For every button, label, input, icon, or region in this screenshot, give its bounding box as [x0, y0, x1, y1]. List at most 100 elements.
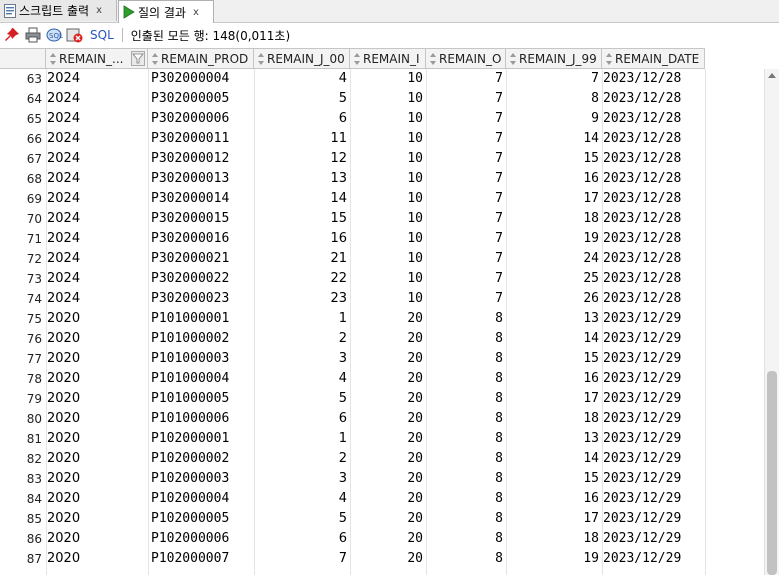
column-header-remain-prod[interactable]: REMAIN_PROD	[148, 48, 254, 69]
row-number-cell[interactable]: 83	[0, 469, 42, 489]
table-row[interactable]: 71 2024 P302000016 16 10 7 19 2023/12/28	[0, 229, 705, 249]
cell-remain-prod[interactable]: P102000004	[151, 489, 252, 509]
pin-button[interactable]	[3, 26, 21, 44]
table-row[interactable]: 67 2024 P302000012 12 10 7 15 2023/12/28	[0, 149, 705, 169]
cell-remain-prod[interactable]: P302000006	[151, 109, 252, 129]
cell-remain-date[interactable]: 2023/12/29	[603, 529, 705, 549]
cell-remain-o[interactable]: 7	[426, 169, 503, 189]
cell-remain-j-99[interactable]: 17	[506, 389, 599, 409]
cell-remain-o[interactable]: 7	[426, 149, 503, 169]
cell-remain-i[interactable]: 10	[350, 109, 423, 129]
cell-remain-j-99[interactable]: 14	[506, 329, 599, 349]
cell-remain-date[interactable]: 2023/12/29	[603, 469, 705, 489]
cell-remain-i[interactable]: 10	[350, 169, 423, 189]
cell-remain-j-00[interactable]: 5	[254, 89, 347, 109]
cell-remain-year[interactable]: 2020	[47, 349, 146, 369]
cell-remain-i[interactable]: 20	[350, 429, 423, 449]
cell-remain-j-00[interactable]: 13	[254, 169, 347, 189]
cell-remain-prod[interactable]: P302000022	[151, 269, 252, 289]
row-number-cell[interactable]: 68	[0, 169, 42, 189]
vertical-scrollbar[interactable]	[764, 69, 779, 575]
table-row[interactable]: 74 2024 P302000023 23 10 7 26 2023/12/28	[0, 289, 705, 309]
cell-remain-prod[interactable]: P302000013	[151, 169, 252, 189]
cell-remain-year[interactable]: 2024	[47, 109, 146, 129]
close-icon[interactable]: x	[96, 5, 102, 16]
cell-remain-o[interactable]: 7	[426, 109, 503, 129]
cell-remain-j-99[interactable]: 19	[506, 229, 599, 249]
cell-remain-i[interactable]: 20	[350, 529, 423, 549]
column-header-remain-o[interactable]: REMAIN_O	[426, 48, 506, 69]
cell-remain-i[interactable]: 10	[350, 289, 423, 309]
table-row[interactable]: 83 2020 P102000003 3 20 8 15 2023/12/29	[0, 469, 705, 489]
cell-remain-year[interactable]: 2020	[47, 489, 146, 509]
cell-remain-year[interactable]: 2024	[47, 189, 146, 209]
cell-remain-j-00[interactable]: 2	[254, 329, 347, 349]
cell-remain-prod[interactable]: P101000005	[151, 389, 252, 409]
cell-remain-year[interactable]: 2020	[47, 549, 146, 569]
cell-remain-i[interactable]: 20	[350, 409, 423, 429]
print-button[interactable]	[24, 26, 42, 44]
cell-remain-j-99[interactable]: 18	[506, 409, 599, 429]
cell-remain-j-99[interactable]: 15	[506, 149, 599, 169]
cell-remain-prod[interactable]: P302000015	[151, 209, 252, 229]
cell-remain-o[interactable]: 8	[426, 369, 503, 389]
cell-remain-prod[interactable]: P101000001	[151, 309, 252, 329]
table-row[interactable]: 82 2020 P102000002 2 20 8 14 2023/12/29	[0, 449, 705, 469]
cell-remain-j-99[interactable]: 24	[506, 249, 599, 269]
cell-remain-date[interactable]: 2023/12/28	[603, 109, 705, 129]
scroll-up-arrow-icon[interactable]	[768, 73, 776, 78]
cell-remain-date[interactable]: 2023/12/29	[603, 549, 705, 569]
cell-remain-year[interactable]: 2020	[47, 449, 146, 469]
cell-remain-j-00[interactable]: 21	[254, 249, 347, 269]
cell-remain-j-99[interactable]: 18	[506, 529, 599, 549]
cell-remain-year[interactable]: 2020	[47, 509, 146, 529]
cell-remain-o[interactable]: 7	[426, 189, 503, 209]
cell-remain-i[interactable]: 10	[350, 129, 423, 149]
cell-remain-o[interactable]: 8	[426, 349, 503, 369]
scrollbar-thumb[interactable]	[767, 371, 777, 575]
table-row[interactable]: 79 2020 P101000005 5 20 8 17 2023/12/29	[0, 389, 705, 409]
cell-remain-i[interactable]: 20	[350, 509, 423, 529]
cell-remain-j-99[interactable]: 16	[506, 169, 599, 189]
row-number-cell[interactable]: 66	[0, 129, 42, 149]
cell-remain-i[interactable]: 10	[350, 249, 423, 269]
cell-remain-date[interactable]: 2023/12/28	[603, 229, 705, 249]
cell-remain-j-99[interactable]: 8	[506, 89, 599, 109]
row-number-cell[interactable]: 71	[0, 229, 42, 249]
cell-remain-year[interactable]: 2024	[47, 129, 146, 149]
table-row[interactable]: 78 2020 P101000004 4 20 8 16 2023/12/29	[0, 369, 705, 389]
cell-remain-year[interactable]: 2024	[47, 69, 146, 89]
cell-remain-o[interactable]: 7	[426, 69, 503, 89]
cell-remain-prod[interactable]: P302000005	[151, 89, 252, 109]
cell-remain-year[interactable]: 2020	[47, 409, 146, 429]
cell-remain-j-99[interactable]: 19	[506, 549, 599, 569]
cell-remain-j-00[interactable]: 4	[254, 69, 347, 89]
table-row[interactable]: 80 2020 P101000006 6 20 8 18 2023/12/29	[0, 409, 705, 429]
cell-remain-date[interactable]: 2023/12/28	[603, 149, 705, 169]
cell-remain-j-00[interactable]: 11	[254, 129, 347, 149]
table-row[interactable]: 73 2024 P302000022 22 10 7 25 2023/12/28	[0, 269, 705, 289]
row-number-cell[interactable]: 67	[0, 149, 42, 169]
cell-remain-i[interactable]: 10	[350, 209, 423, 229]
cell-remain-j-00[interactable]: 7	[254, 549, 347, 569]
table-row[interactable]: 65 2024 P302000006 6 10 7 9 2023/12/28	[0, 109, 705, 129]
row-number-cell[interactable]: 87	[0, 549, 42, 569]
cell-remain-j-00[interactable]: 5	[254, 389, 347, 409]
cell-remain-date[interactable]: 2023/12/29	[603, 409, 705, 429]
cell-remain-j-99[interactable]: 7	[506, 69, 599, 89]
cell-remain-prod[interactable]: P302000014	[151, 189, 252, 209]
cell-remain-j-00[interactable]: 15	[254, 209, 347, 229]
cell-remain-prod[interactable]: P101000006	[151, 409, 252, 429]
cell-remain-year[interactable]: 2020	[47, 429, 146, 449]
cell-remain-j-00[interactable]: 1	[254, 429, 347, 449]
cell-remain-i[interactable]: 20	[350, 449, 423, 469]
cell-remain-o[interactable]: 8	[426, 389, 503, 409]
cell-remain-year[interactable]: 2020	[47, 389, 146, 409]
cell-remain-j-00[interactable]: 6	[254, 109, 347, 129]
cell-remain-year[interactable]: 2024	[47, 169, 146, 189]
cell-remain-j-00[interactable]: 3	[254, 469, 347, 489]
cell-remain-date[interactable]: 2023/12/28	[603, 169, 705, 189]
cell-remain-j-00[interactable]: 3	[254, 349, 347, 369]
cell-remain-prod[interactable]: P302000016	[151, 229, 252, 249]
cell-remain-date[interactable]: 2023/12/29	[603, 489, 705, 509]
